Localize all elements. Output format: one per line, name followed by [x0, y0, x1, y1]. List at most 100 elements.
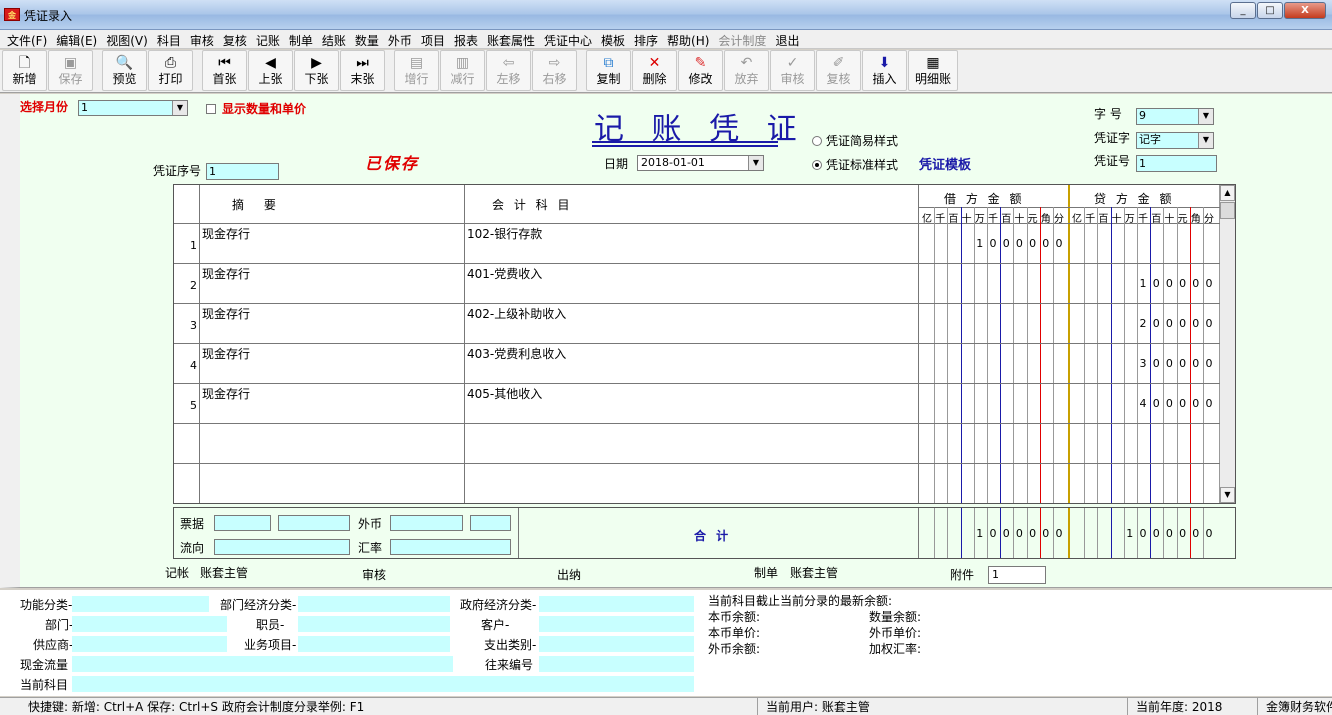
- attach-input[interactable]: 1: [988, 566, 1046, 584]
- new-button[interactable]: 🗋 新增: [2, 50, 47, 91]
- menu-edit[interactable]: 编辑(E): [53, 30, 103, 48]
- post-value: 账套主管: [200, 566, 249, 580]
- current-account-field[interactable]: [72, 676, 694, 692]
- print-button[interactable]: ⎙ 打印: [148, 50, 193, 91]
- minimize-icon[interactable]: _: [1230, 2, 1256, 19]
- project-field[interactable]: [298, 636, 450, 652]
- menu-close-accounts[interactable]: 结账: [319, 30, 352, 48]
- menu-make[interactable]: 制单: [286, 30, 319, 48]
- total-credit-digit: 0: [1205, 527, 1213, 540]
- add-row-button[interactable]: ▤ 增行: [394, 50, 439, 91]
- bill-input-2[interactable]: [278, 515, 350, 531]
- move-right-button[interactable]: ⇨ 右移: [532, 50, 577, 91]
- menu-project[interactable]: 项目: [418, 30, 451, 48]
- grid-scrollbar[interactable]: ▲ ▼: [1219, 185, 1235, 503]
- close-icon[interactable]: X: [1284, 2, 1326, 19]
- menu-file[interactable]: 文件(F): [4, 30, 53, 48]
- menu-voucher-center[interactable]: 凭证中心: [541, 30, 598, 48]
- dept-econ-label: 部门经济分类-: [220, 598, 297, 612]
- rate-label: 汇率: [358, 541, 383, 555]
- delete-row-button[interactable]: ▥ 减行: [440, 50, 485, 91]
- ledger-button[interactable]: ▦ 明细账: [908, 50, 958, 91]
- grid-row-border: [174, 383, 1220, 384]
- menu-view[interactable]: 视图(V): [103, 30, 154, 48]
- insert-button[interactable]: ⬇ 插入: [862, 50, 907, 91]
- menu-account[interactable]: 科目: [154, 30, 187, 48]
- zihao-select[interactable]: 9 ▼: [1136, 108, 1214, 125]
- expense-type-field[interactable]: [539, 636, 694, 652]
- col-credit-header: 贷 方 金 额: [1094, 192, 1175, 206]
- dept-econ-field[interactable]: [298, 596, 450, 612]
- menu-book-props[interactable]: 账套属性: [484, 30, 541, 48]
- seq-input[interactable]: 1: [206, 163, 279, 180]
- voucher-word-select[interactable]: 记字 ▼: [1136, 132, 1214, 149]
- digit-col-separator: [1039, 207, 1041, 503]
- style-simple-radio[interactable]: 凭证简易样式: [812, 132, 898, 149]
- menu-report[interactable]: 报表: [451, 30, 484, 48]
- scroll-thumb[interactable]: [1220, 202, 1235, 219]
- voucher-no-input[interactable]: 1: [1136, 155, 1217, 172]
- flow-label: 流向: [180, 541, 205, 555]
- currency-amount-input[interactable]: [470, 515, 511, 531]
- contact-no-field[interactable]: [539, 656, 694, 672]
- delete-button[interactable]: ✕ 删除: [632, 50, 677, 91]
- grid-col-separator: [464, 185, 465, 503]
- recheck-button[interactable]: ✐ 复核: [816, 50, 861, 91]
- save-button[interactable]: ▣ 保存: [48, 50, 93, 91]
- first-button[interactable]: ⏮ 首张: [202, 50, 247, 91]
- add-row-icon: ▤: [409, 55, 424, 71]
- prev-button[interactable]: ◀ 上张: [248, 50, 293, 91]
- contact-no-label: 往来编号: [485, 658, 534, 672]
- gov-econ-field[interactable]: [539, 596, 694, 612]
- menu-template[interactable]: 模板: [598, 30, 631, 48]
- digit-unit-label: 万: [1124, 214, 1135, 225]
- current-account-label: 当前科目: [20, 678, 69, 692]
- chevron-down-icon: ▼: [1198, 109, 1213, 124]
- scroll-up-icon[interactable]: ▲: [1220, 185, 1235, 201]
- menu-recheck[interactable]: 复核: [220, 30, 253, 48]
- supplier-field[interactable]: [72, 636, 227, 652]
- style-standard-radio[interactable]: 凭证标准样式: [812, 156, 898, 173]
- menu-help[interactable]: 帮助(H): [664, 30, 715, 48]
- preview-button[interactable]: 🔍 预览: [102, 50, 147, 91]
- abandon-button[interactable]: ↶ 放弃: [724, 50, 769, 91]
- flow-input[interactable]: [214, 539, 350, 555]
- menu-currency[interactable]: 外币: [385, 30, 418, 48]
- audit-button[interactable]: ✓ 审核: [770, 50, 815, 91]
- menu-quantity[interactable]: 数量: [352, 30, 385, 48]
- customer-label: 客户-: [481, 618, 510, 632]
- digit-unit-label: 元: [1177, 214, 1188, 225]
- currency-input[interactable]: [390, 515, 463, 531]
- copy-button[interactable]: ⧉ 复制: [586, 50, 631, 91]
- customer-field[interactable]: [539, 616, 694, 632]
- credit-digit: 0: [1165, 397, 1173, 410]
- func-class-field[interactable]: [72, 596, 209, 612]
- month-select[interactable]: 1 ▼: [78, 100, 188, 116]
- staff-field[interactable]: [298, 616, 450, 632]
- move-left-button[interactable]: ⇦ 左移: [486, 50, 531, 91]
- modify-button[interactable]: ✎ 修改: [678, 50, 723, 91]
- digit-col-separator: [947, 508, 949, 558]
- dept-field[interactable]: [72, 616, 227, 632]
- credit-digit: 0: [1192, 357, 1200, 370]
- menu-post[interactable]: 记账: [253, 30, 286, 48]
- credit-digit: 0: [1152, 397, 1160, 410]
- next-button[interactable]: ▶ 下张: [294, 50, 339, 91]
- bill-input-1[interactable]: [214, 515, 271, 531]
- show-qty-checkbox[interactable]: 显示数量和单价: [206, 100, 306, 117]
- last-button[interactable]: ⏭ 末张: [340, 50, 385, 91]
- credit-digit: 3: [1139, 357, 1147, 370]
- row-number: 4: [190, 359, 197, 372]
- cash-flow-field[interactable]: [72, 656, 453, 672]
- template-link[interactable]: 凭证模板: [919, 154, 971, 173]
- show-qty-label: 显示数量和单价: [222, 102, 307, 116]
- menu-exit[interactable]: 退出: [772, 30, 805, 48]
- menu-accounting-system[interactable]: 会计制度: [715, 30, 772, 48]
- date-picker[interactable]: 2018-01-01 ▼: [637, 155, 764, 171]
- menu-sort[interactable]: 排序: [631, 30, 664, 48]
- menu-audit[interactable]: 审核: [187, 30, 220, 48]
- maximize-icon[interactable]: □: [1257, 2, 1283, 19]
- rate-input[interactable]: [390, 539, 511, 555]
- total-debit-digit: 0: [1042, 527, 1050, 540]
- scroll-down-icon[interactable]: ▼: [1220, 487, 1235, 503]
